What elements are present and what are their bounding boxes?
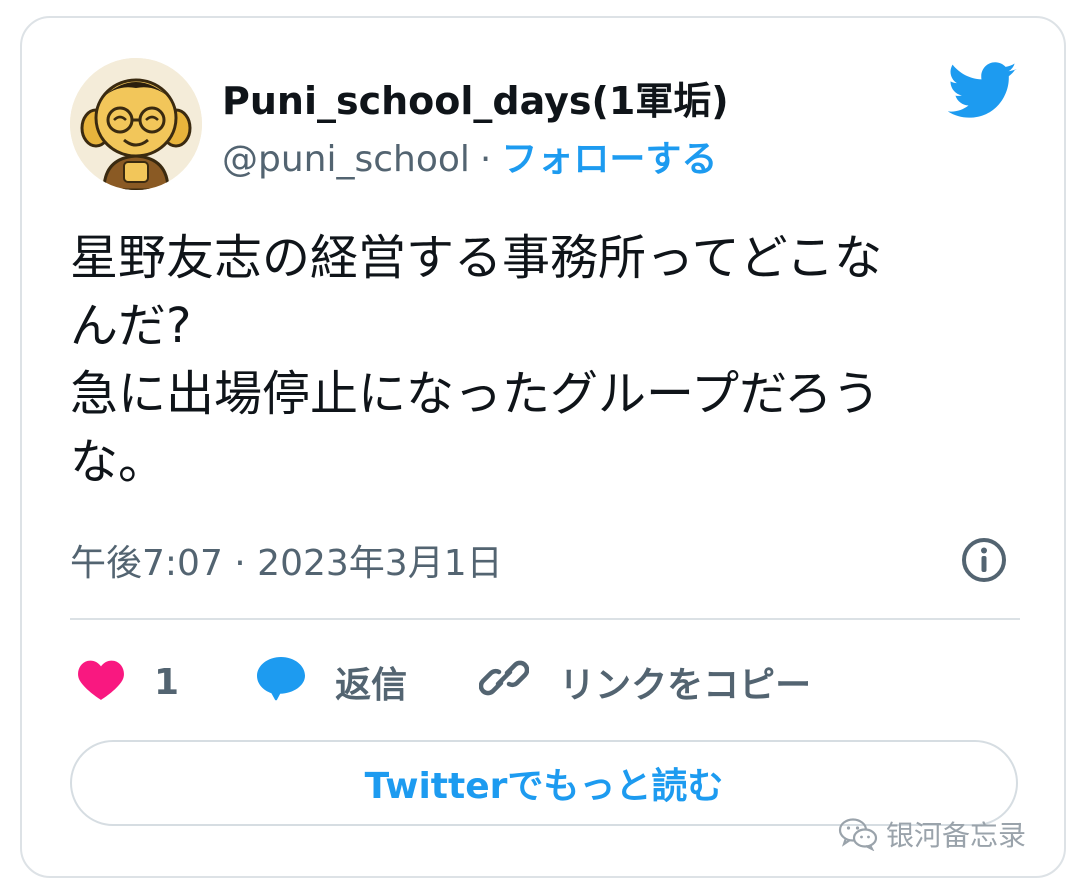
wechat-icon [838,818,878,851]
info-icon[interactable] [960,536,1008,584]
link-icon [478,653,530,712]
heart-icon [76,656,126,709]
reply-label: 返信 [335,665,408,706]
watermark-text: 银河备忘录 [885,819,1026,852]
tweet-timestamp[interactable]: 午後7:07 · 2023年3月1日 [70,534,503,586]
copy-link-label: リンクをコピー [559,665,812,706]
divider [70,618,1020,620]
tweet-text: 星野友志の経営する事務所ってどこな んだ? 急に出場停止になったグループだろう … [70,230,883,490]
twitter-bird-icon[interactable] [947,62,1018,120]
copy-link-button[interactable]: リンクをコピー [478,653,812,712]
like-button[interactable]: 1 [76,656,179,709]
watermark: 银河备忘录 [838,814,1026,854]
display-name[interactable]: Puni_school_days(1軍垢) [222,70,729,125]
reply-button[interactable]: 返信 [255,655,407,710]
handle-row: @puni_school · フォローする [222,130,717,182]
user-handle[interactable]: @puni_school [222,139,470,180]
action-bar: 1 返信 リンクをコピー [76,654,811,710]
speech-bubble-icon [255,655,307,710]
follow-button[interactable]: フォローする [501,139,717,180]
avatar[interactable] [70,58,202,190]
like-count: 1 [154,661,180,703]
separator-dot: · [479,139,492,180]
tweet-card: Puni_school_days(1軍垢) @puni_school · フォローす… [20,16,1066,878]
